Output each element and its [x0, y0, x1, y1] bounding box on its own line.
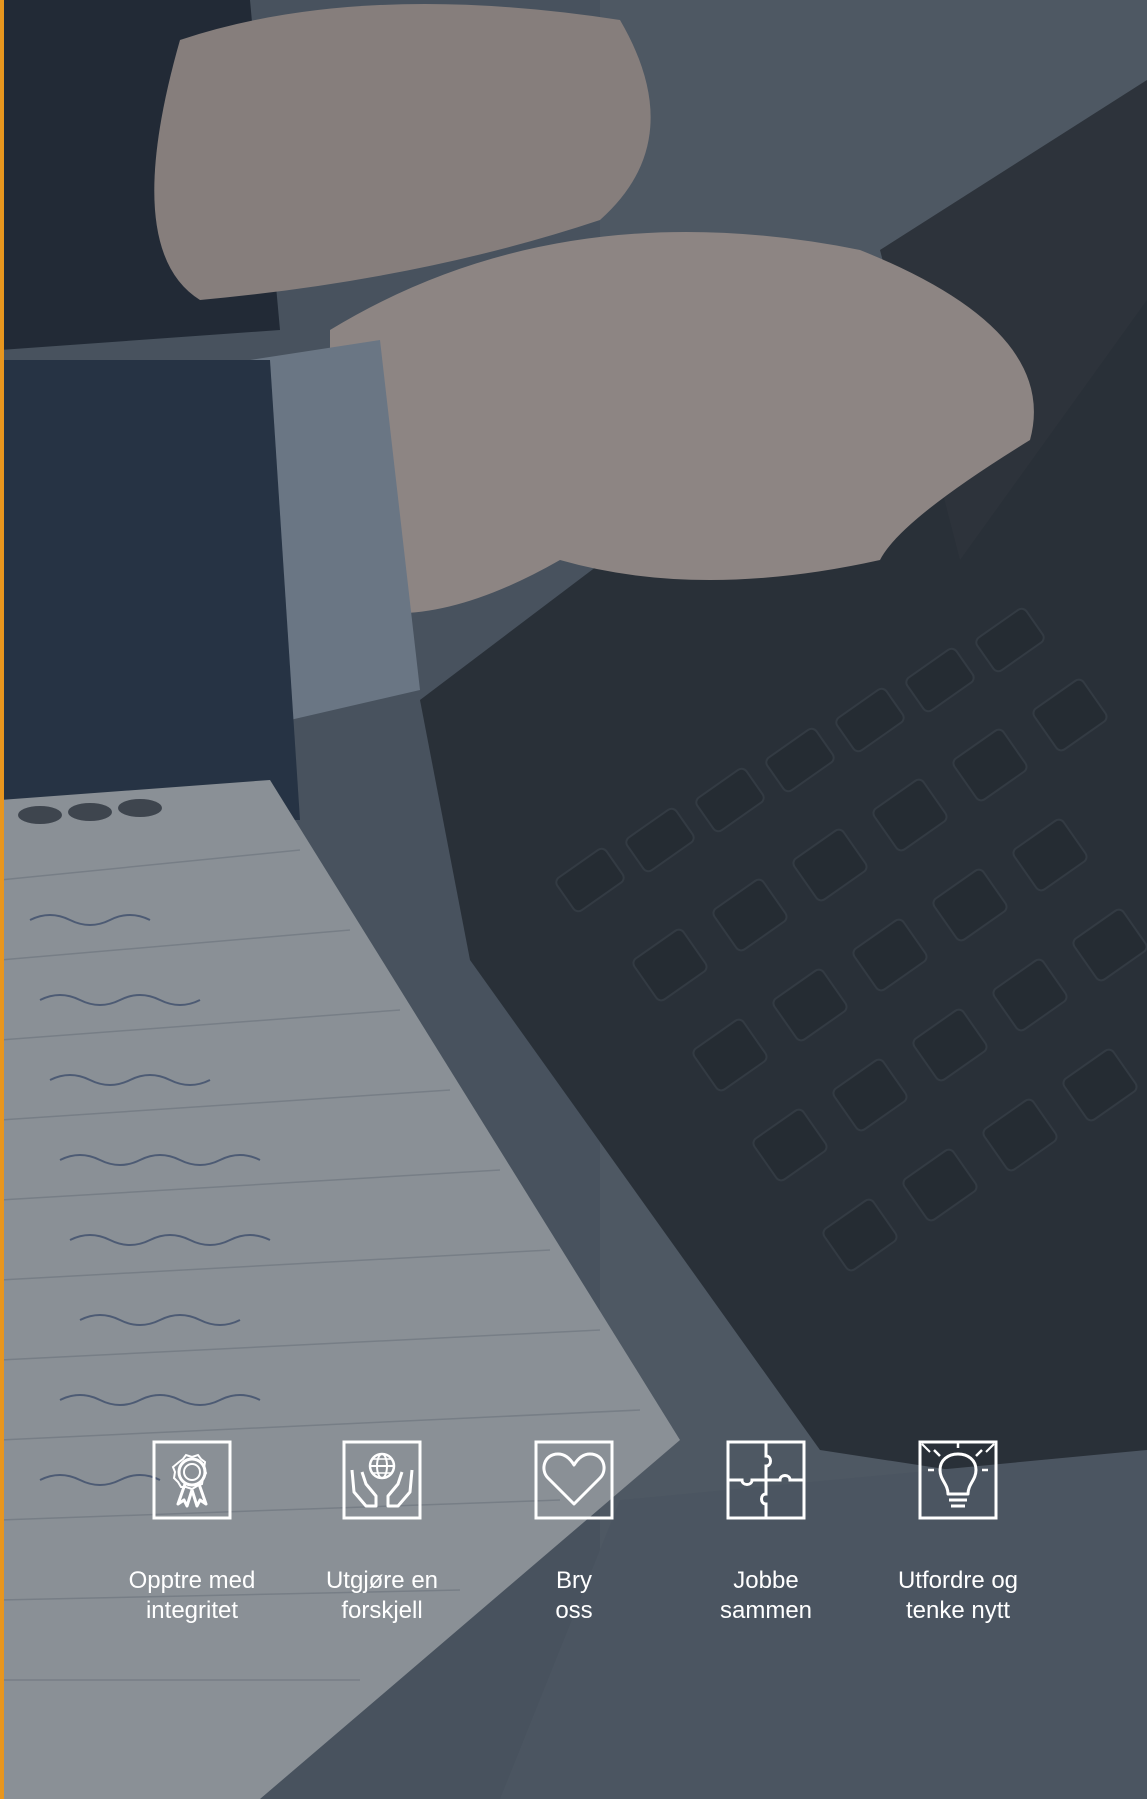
value-item-utfordre: Utfordre og tenke nytt — [858, 1440, 1058, 1626]
award-ribbon-icon — [152, 1440, 232, 1520]
value-label: Opptre med integritet — [128, 1567, 256, 1624]
values-section: Opptre med integritet Utgjøre en forskje… — [92, 1440, 1052, 1640]
value-item-integritet: Opptre med integritet — [92, 1440, 292, 1626]
accent-bar — [0, 0, 4, 1799]
lightbulb-icon — [918, 1440, 998, 1520]
hands-globe-icon — [342, 1440, 422, 1520]
value-label: Utgjøre en forskjell — [325, 1567, 439, 1624]
value-item-bry-oss: Bry oss — [474, 1440, 674, 1626]
value-item-forskjell: Utgjøre en forskjell — [282, 1440, 482, 1626]
value-label: Jobbe sammen — [719, 1567, 813, 1624]
value-label: Bry oss — [555, 1567, 593, 1624]
puzzle-icon — [726, 1440, 806, 1520]
value-item-jobbe-sammen: Jobbe sammen — [666, 1440, 866, 1626]
value-label: Utfordre og tenke nytt — [897, 1567, 1019, 1624]
heart-icon — [534, 1440, 614, 1520]
